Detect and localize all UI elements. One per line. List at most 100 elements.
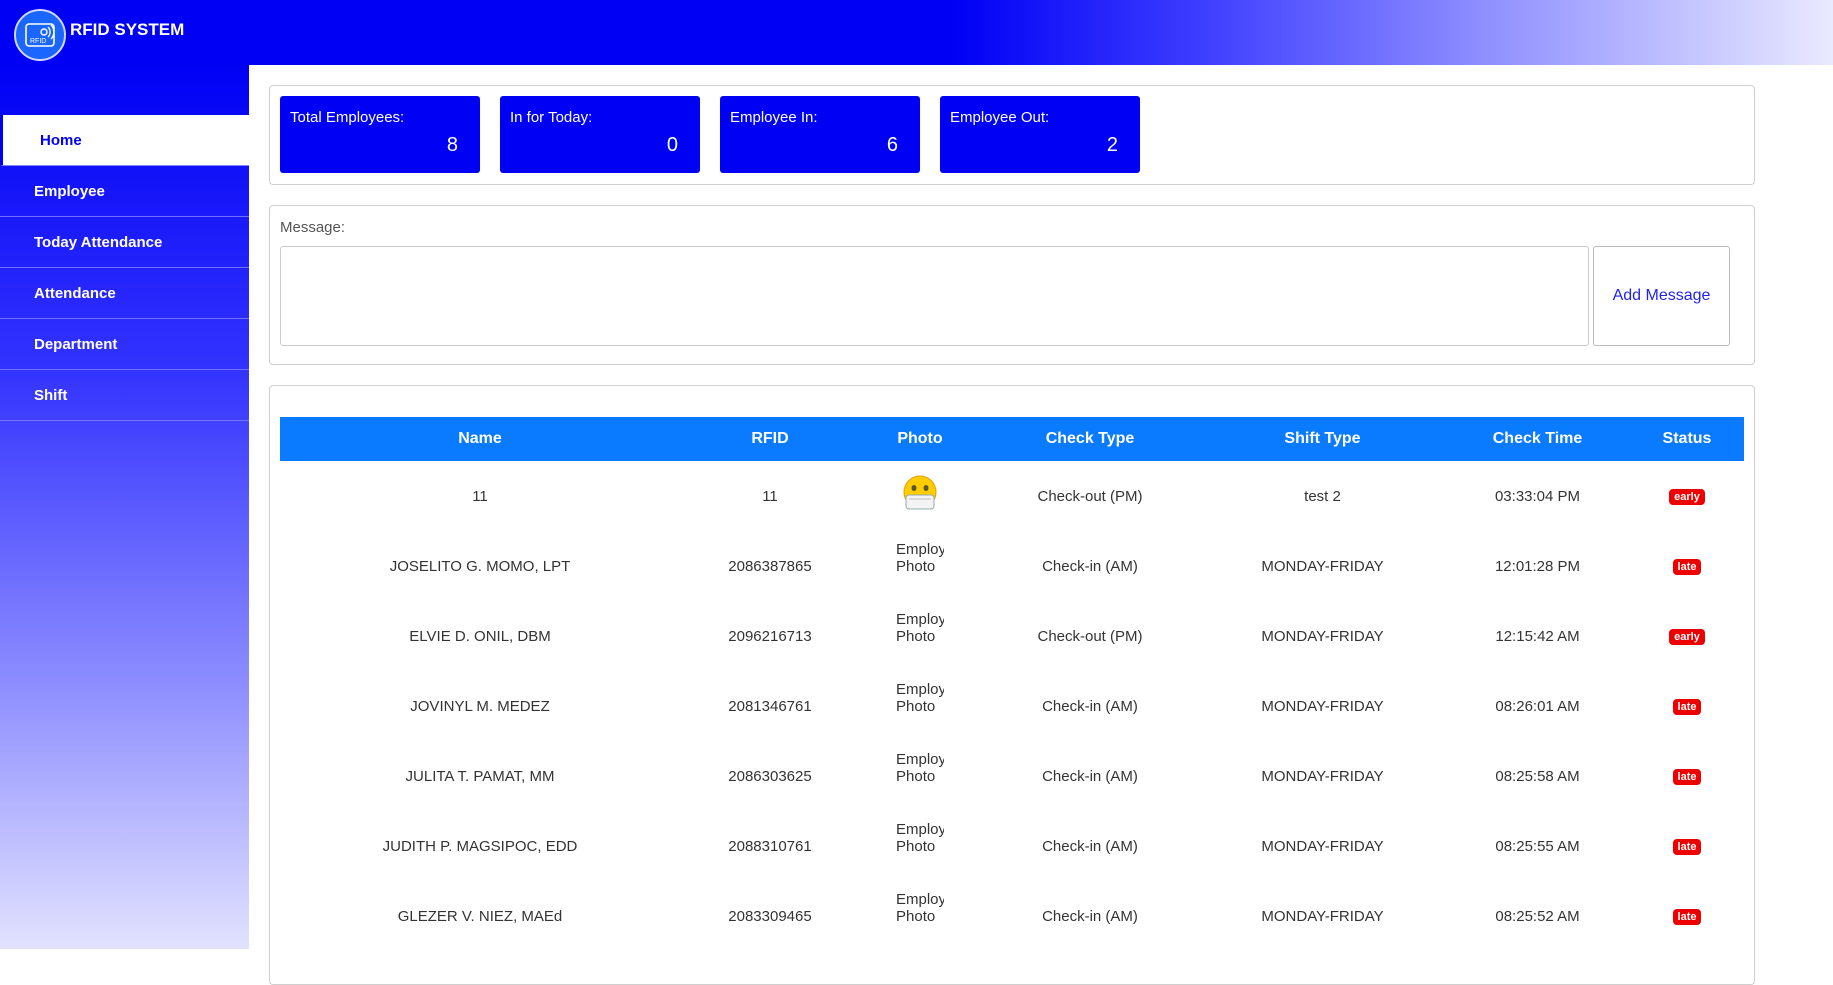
cell-shift-type: MONDAY-FRIDAY: [1261, 697, 1384, 715]
table-row: 11 11 Check-out (PM) test 2 03:33:04 PM …: [280, 461, 1744, 531]
cell-status: late: [1630, 531, 1744, 601]
rfid-logo-icon: RFID: [14, 9, 66, 61]
table-row: JUDITH P. MAGSIPOC, EDD 2088310761 Emplo…: [280, 811, 1744, 881]
cell-check-time: 08:26:01 AM: [1495, 697, 1580, 715]
cell-rfid: 2088310761: [728, 837, 812, 855]
attendance-panel: Name RFID Photo Check Type Shift Type Ch…: [269, 385, 1755, 985]
logo-text: RFID: [30, 38, 46, 45]
cell-rfid: 11: [762, 487, 778, 505]
cell-check-type: Check-out (PM): [1037, 627, 1143, 645]
header-check-type[interactable]: Check Type: [980, 417, 1200, 461]
stat-label: Employee In:: [730, 109, 818, 126]
broken-photo-icon: Employee Photo: [896, 891, 944, 925]
sidebar-item-home[interactable]: Home: [0, 115, 249, 166]
sidebar-nav: Home Employee Today Attendance Attendanc…: [0, 115, 249, 421]
cell-check-type: Check-in (AM): [1042, 697, 1138, 715]
cell-shift-type: MONDAY-FRIDAY: [1261, 837, 1384, 855]
message-label: Message:: [280, 219, 346, 236]
cell-name: JUDITH P. MAGSIPOC, EDD: [382, 837, 578, 855]
stat-value: 0: [666, 134, 678, 156]
cell-shift-type: MONDAY-FRIDAY: [1261, 557, 1384, 575]
cell-status: late: [1630, 881, 1744, 951]
cell-shift-type: MONDAY-FRIDAY: [1261, 907, 1384, 925]
stat-label: Employee Out:: [950, 109, 1050, 126]
table-row: GLEZER V. NIEZ, MAEd 2083309465 Employee…: [280, 881, 1744, 951]
cell-status: early: [1630, 461, 1744, 531]
cell-rfid: 2083309465: [728, 907, 812, 925]
stat-value: 8: [446, 134, 458, 156]
broken-photo-icon: Employee Photo: [896, 681, 944, 715]
cell-check-time: 08:25:58 AM: [1495, 767, 1580, 785]
table-header-row: Name RFID Photo Check Type Shift Type Ch…: [280, 417, 1744, 461]
stat-total-employees: Total Employees: 8: [280, 96, 480, 173]
message-panel: Message: Add Message: [269, 205, 1755, 365]
top-bar: RFID RFID SYSTEM: [0, 0, 1833, 65]
header-photo[interactable]: Photo: [860, 417, 980, 461]
stat-label: In for Today:: [510, 109, 593, 126]
stat-label: Total Employees:: [290, 109, 405, 126]
header-name[interactable]: Name: [280, 417, 680, 461]
stat-employee-in: Employee In: 6: [720, 96, 920, 173]
cell-rfid: 2096216713: [728, 627, 812, 645]
cell-check-time: 12:01:28 PM: [1494, 557, 1581, 575]
cell-status: late: [1630, 811, 1744, 881]
cell-check-type: Check-out (PM): [1037, 487, 1143, 505]
cell-status: late: [1630, 741, 1744, 811]
table-row: JOVINYL M. MEDEZ 2081346761 Employee Pho…: [280, 671, 1744, 741]
cell-shift-type: test 2: [1304, 487, 1341, 505]
cell-photo: Employee Photo: [860, 671, 980, 741]
cell-check-type: Check-in (AM): [1042, 767, 1138, 785]
sidebar-item-today-attendance[interactable]: Today Attendance: [0, 217, 249, 268]
broken-photo-icon: Employee Photo: [896, 751, 944, 785]
cell-status: late: [1630, 671, 1744, 741]
sidebar-item-department[interactable]: Department: [0, 319, 249, 370]
add-message-button[interactable]: Add Message: [1593, 246, 1730, 346]
stat-value: 6: [886, 134, 898, 156]
message-input[interactable]: [280, 246, 1589, 346]
cell-photo: Employee Photo: [860, 531, 980, 601]
cell-check-type: Check-in (AM): [1042, 837, 1138, 855]
attendance-table: Name RFID Photo Check Type Shift Type Ch…: [280, 417, 1744, 951]
cell-check-type: Check-in (AM): [1042, 907, 1138, 925]
cell-photo: Employee Photo: [860, 811, 980, 881]
cell-name: JOVINYL M. MEDEZ: [410, 697, 550, 715]
cell-check-time: 08:25:55 AM: [1495, 837, 1580, 855]
sidebar-item-shift[interactable]: Shift: [0, 370, 249, 421]
status-badge: late: [1672, 559, 1702, 575]
cell-photo: Employee Photo: [860, 741, 980, 811]
status-badge: early: [1669, 629, 1705, 645]
status-badge: early: [1669, 489, 1705, 505]
status-badge: late: [1672, 699, 1702, 715]
table-row: JULITA T. PAMAT, MM 2086303625 Employee …: [280, 741, 1744, 811]
header-status[interactable]: Status: [1630, 417, 1744, 461]
cell-rfid: 2086387865: [728, 557, 812, 575]
sidebar-item-employee[interactable]: Employee: [0, 166, 249, 217]
table-row: JOSELITO G. MOMO, LPT 2086387865 Employe…: [280, 531, 1744, 601]
stats-panel: Total Employees: 8 In for Today: 0 Emplo…: [269, 85, 1755, 185]
cell-name: JULITA T. PAMAT, MM: [405, 767, 555, 785]
cell-name: GLEZER V. NIEZ, MAEd: [397, 907, 563, 925]
sidebar: Home Employee Today Attendance Attendanc…: [0, 65, 249, 949]
cell-status: early: [1630, 601, 1744, 671]
cell-name: JOSELITO G. MOMO, LPT: [389, 557, 571, 575]
sidebar-item-attendance[interactable]: Attendance: [0, 268, 249, 319]
stat-value: 2: [1106, 134, 1118, 156]
app-title: RFID SYSTEM: [70, 20, 185, 39]
employee-photo-emoji-icon: [903, 475, 937, 510]
cell-rfid: 2081346761: [728, 697, 812, 715]
status-badge: late: [1672, 909, 1702, 925]
cell-photo: Employee Photo: [860, 601, 980, 671]
header-shift-type[interactable]: Shift Type: [1200, 417, 1445, 461]
stat-employee-out: Employee Out: 2: [940, 96, 1140, 173]
cell-photo: [860, 461, 980, 531]
main-content: Total Employees: 8 In for Today: 0 Emplo…: [249, 65, 1833, 985]
cell-check-time: 08:25:52 AM: [1495, 907, 1580, 925]
header-rfid[interactable]: RFID: [680, 417, 860, 461]
stat-in-for-today: In for Today: 0: [500, 96, 700, 173]
broken-photo-icon: Employee Photo: [896, 821, 944, 855]
cell-photo: Employee Photo: [860, 881, 980, 951]
cell-shift-type: MONDAY-FRIDAY: [1261, 627, 1384, 645]
table-row: ELVIE D. ONIL, DBM 2096216713 Employee P…: [280, 601, 1744, 671]
header-check-time[interactable]: Check Time: [1445, 417, 1630, 461]
cell-check-time: 03:33:04 PM: [1494, 487, 1581, 505]
